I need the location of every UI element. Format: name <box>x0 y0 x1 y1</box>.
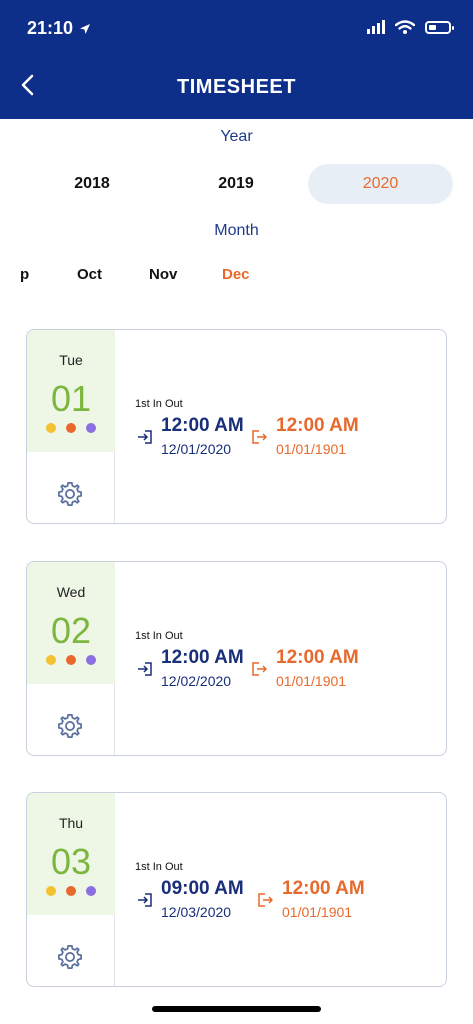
in-time: 09:00 AM <box>161 878 244 899</box>
year-selector: 2018 2019 2020 <box>0 164 473 204</box>
day-number: 01 <box>50 378 92 419</box>
in-date: 12/03/2020 <box>161 904 232 920</box>
status-time: 21:10 <box>27 18 91 39</box>
day-column: Tue 01 <box>27 330 115 523</box>
day-box: Thu 03 <box>27 793 115 915</box>
out-time: 12:00 AM <box>276 647 359 668</box>
location-arrow-icon <box>80 23 91 34</box>
orange-dot <box>66 655 76 665</box>
clock-in-icon <box>138 662 152 676</box>
day-number: 02 <box>50 610 92 651</box>
in-time: 12:00 AM <box>161 415 244 436</box>
orange-dot <box>66 423 76 433</box>
year-option[interactable]: 2018 <box>40 164 144 204</box>
gear-icon[interactable] <box>56 943 84 971</box>
day-card[interactable]: Thu 03 1st In Out 09:00 AM 12/03/2020 12… <box>26 792 447 987</box>
year-option[interactable]: 2019 <box>184 164 288 204</box>
purple-dot <box>86 886 96 896</box>
status-dots <box>27 423 115 433</box>
in-time: 12:00 AM <box>161 647 244 668</box>
purple-dot <box>86 423 96 433</box>
in-date: 12/01/2020 <box>161 441 232 457</box>
wifi-icon <box>395 20 415 34</box>
day-column: Wed 02 <box>27 562 115 755</box>
yellow-dot <box>46 423 56 433</box>
in-out-label: 1st In Out <box>135 861 183 873</box>
home-indicator[interactable] <box>152 1006 321 1012</box>
page-title: TIMESHEET <box>177 76 296 98</box>
app-header: 21:10 TIMESHEET <box>0 0 473 119</box>
year-label: Year <box>220 128 253 145</box>
day-card[interactable]: Tue 01 1st In Out 12:00 AM 12/01/2020 12… <box>26 329 447 524</box>
day-of-week: Wed <box>56 584 86 600</box>
day-box: Wed 02 <box>27 562 115 684</box>
signal-icon <box>367 20 385 34</box>
month-option[interactable]: Oct <box>77 266 102 283</box>
day-column: Thu 03 <box>27 793 115 986</box>
in-date: 12/02/2020 <box>161 673 232 689</box>
yellow-dot <box>46 886 56 896</box>
clock-in-icon <box>138 430 152 444</box>
orange-dot <box>66 886 76 896</box>
month-selector: p Oct Nov Dec <box>0 266 473 290</box>
out-time: 12:00 AM <box>282 878 365 899</box>
clock-in-icon <box>138 893 152 907</box>
purple-dot <box>86 655 96 665</box>
gear-icon[interactable] <box>56 712 84 740</box>
day-box: Tue 01 <box>27 330 115 452</box>
status-icons <box>367 20 454 34</box>
battery-icon <box>425 20 454 34</box>
year-option-selected[interactable]: 2020 <box>308 164 453 204</box>
clock-out-icon <box>252 662 267 676</box>
day-card[interactable]: Wed 02 1st In Out 12:00 AM 12/02/2020 12… <box>26 561 447 756</box>
out-date: 01/01/1901 <box>276 673 347 689</box>
day-of-week: Tue <box>59 352 83 368</box>
status-dots <box>27 655 115 665</box>
out-date: 01/01/1901 <box>276 441 347 457</box>
day-of-week: Thu <box>58 815 84 831</box>
out-time: 12:00 AM <box>276 415 359 436</box>
status-dots <box>27 886 115 896</box>
in-out-label: 1st In Out <box>135 398 183 410</box>
month-option[interactable]: Nov <box>149 266 177 283</box>
day-number: 03 <box>50 841 92 882</box>
month-option[interactable]: p <box>20 266 29 283</box>
out-date: 01/01/1901 <box>282 904 353 920</box>
yellow-dot <box>46 655 56 665</box>
month-label: Month <box>214 222 259 239</box>
clock-out-icon <box>252 430 267 444</box>
clock-out-icon <box>258 893 273 907</box>
in-out-label: 1st In Out <box>135 630 183 642</box>
month-option-selected[interactable]: Dec <box>222 266 250 283</box>
gear-icon[interactable] <box>56 480 84 508</box>
